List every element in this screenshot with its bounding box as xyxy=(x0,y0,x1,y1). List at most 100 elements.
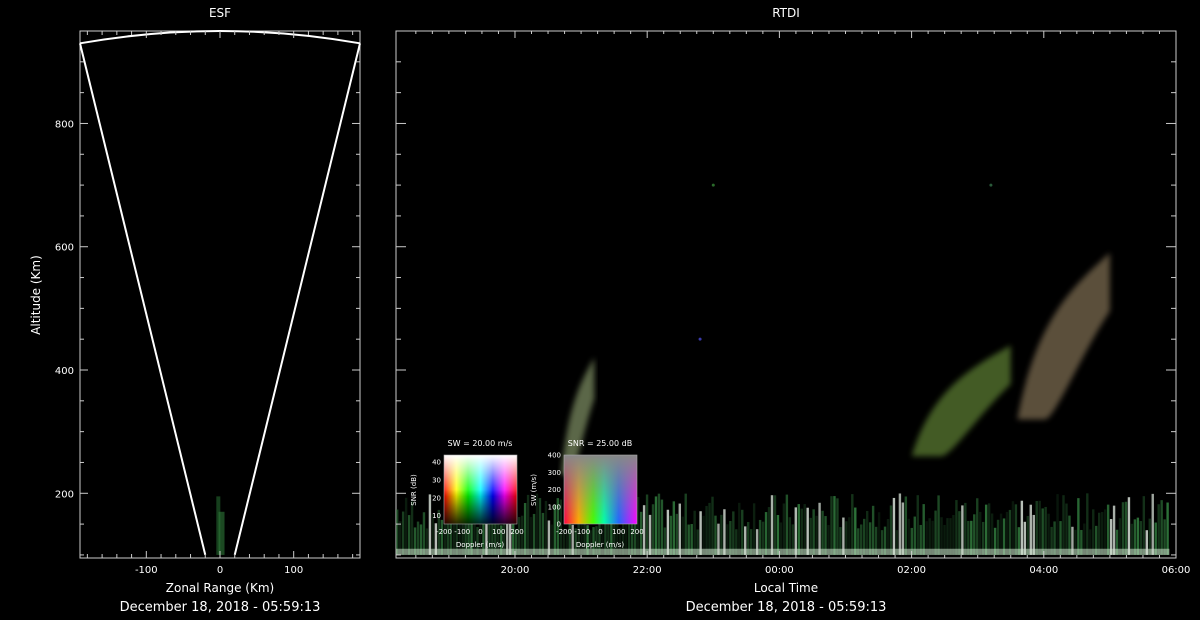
rtdi-echo-streak xyxy=(961,505,964,555)
rtdi-echo-streak xyxy=(404,497,408,555)
rtdi-echo-streak xyxy=(821,510,824,555)
colorbar-x-tick-label: -200 xyxy=(436,528,452,536)
colorbar-x-tick-label: 0 xyxy=(598,528,602,536)
rtdi-echo-streak xyxy=(1092,509,1095,555)
colorbar1-y-label: SNR (dB) xyxy=(410,474,418,506)
rtdi-echo-streak xyxy=(773,495,777,555)
rtdi-echo-streak xyxy=(660,499,664,555)
rtdi-echo-streak xyxy=(979,511,982,555)
colorbar-x-tick-label: 200 xyxy=(630,528,643,536)
colorbar-x-tick-label: -100 xyxy=(454,528,470,536)
rtdi-echo-streak xyxy=(410,501,414,555)
colorbar-x-tick-label: -200 xyxy=(556,528,572,536)
rtdi-echo-streak xyxy=(999,513,1003,555)
rtdi-echo-streak xyxy=(964,502,967,555)
rtdi-x-tick-label: 22:00 xyxy=(633,565,662,576)
rtdi-echo-streak xyxy=(1103,509,1107,555)
rtdi-echo-streak xyxy=(1151,493,1154,555)
rtdi-echo-streak xyxy=(711,496,714,555)
esf-panel: ESF -100 0 100 200 400 600 800 Zonal Range (Km… xyxy=(29,6,361,615)
rtdi-echo-streak xyxy=(1157,504,1160,555)
esf-x-tick-label: 0 xyxy=(217,565,223,576)
rtdi-x-tick-label: 04:00 xyxy=(1029,565,1058,576)
rtdi-echo-streak xyxy=(770,495,774,555)
rtdi-echo-streak xyxy=(785,494,789,555)
rtdi-date-label: December 18, 2018 - 05:59:13 xyxy=(686,600,887,615)
figure: ESF -100 0 100200400600800 Zonal Range (Km… xyxy=(29,6,1191,615)
esf-x-tick-label: 100 xyxy=(284,565,303,576)
rtdi-echo-streak xyxy=(526,494,530,555)
esf-y-tick-label: 400 xyxy=(55,366,74,377)
rtdi-echo-streak xyxy=(1077,498,1080,555)
colorbar-y-tick-label: 0 xyxy=(557,521,561,529)
colorbar-y-tick-label: 400 xyxy=(548,452,561,460)
esf-y-tick-label: 200 xyxy=(55,489,74,500)
rtdi-echo-streak xyxy=(1029,504,1032,555)
rtdi-echo-streak xyxy=(1100,511,1104,555)
rtdi-echo-streak xyxy=(892,497,896,555)
colorbar-y-tick-label: 40 xyxy=(432,458,441,466)
rtdi-x-tick-label: 02:00 xyxy=(897,565,926,576)
esf-echo xyxy=(218,511,225,555)
esf-title: ESF xyxy=(209,6,231,20)
colorbar-x-tick-label: 200 xyxy=(510,528,523,536)
rtdi-echo-streak xyxy=(898,493,902,555)
rtdi-echo-point xyxy=(989,183,993,187)
rtdi-echo-streak xyxy=(889,505,893,555)
rtdi-echo-streak xyxy=(865,510,869,555)
rtdi-echo-streak xyxy=(833,496,836,555)
rtdi-echo-streak xyxy=(657,493,661,555)
rtdi-echo-streak xyxy=(984,504,988,555)
colorbar2-title: SNR = 25.00 dB xyxy=(568,439,632,448)
rtdi-echo-streak xyxy=(901,502,905,555)
rtdi-echo-streak xyxy=(1056,494,1059,555)
rtdi-echo-streak xyxy=(396,509,399,555)
rtdi-echo-streak xyxy=(1038,500,1041,555)
rtdi-echo-streak xyxy=(645,494,649,555)
colorbar-y-tick-label: 10 xyxy=(432,512,441,520)
rtdi-echo-streak xyxy=(732,511,735,555)
rtdi-echo-streak xyxy=(699,511,702,555)
rtdi-echo-streak xyxy=(1011,501,1015,555)
rtdi-echo-streak xyxy=(1008,509,1012,555)
rtdi-echo-streak xyxy=(958,511,961,555)
rtdi-echo-streak xyxy=(636,497,640,555)
rtdi-echo-streak xyxy=(1166,502,1169,555)
colorbar2-y-label: SW (m/s) xyxy=(530,474,538,506)
esf-plot-frame xyxy=(79,30,361,559)
rtdi-echo-point xyxy=(711,183,715,187)
rtdi-echo-streak xyxy=(705,505,708,555)
rtdi-echo-streak xyxy=(1106,504,1110,555)
rtdi-echo-streak xyxy=(937,495,940,555)
rtdi-echo-streak xyxy=(764,512,768,555)
rtdi-echo-streak xyxy=(401,511,405,555)
esf-y-axis-label: Altitude (Km) xyxy=(29,255,43,335)
rtdi-echo-streak xyxy=(767,507,771,555)
rtdi-echo-streak xyxy=(1142,496,1146,555)
esf-x-tick-label: -100 xyxy=(135,565,158,576)
rtdi-echo-streak xyxy=(538,498,542,555)
colorbar-y-tick-label: 100 xyxy=(548,503,561,511)
rtdi-x-tick-label: 06:00 xyxy=(1162,565,1191,576)
colorbar2-x-label: Doppler (m/s) xyxy=(576,541,624,549)
rtdi-echo-streak xyxy=(812,509,815,555)
rtdi-echo-baseline xyxy=(396,548,1170,555)
rtdi-echo-streak xyxy=(672,501,676,555)
esf-y-tick-label: 600 xyxy=(55,243,74,254)
rtdi-echo-streak xyxy=(1062,495,1065,555)
rtdi-echo-streak xyxy=(916,495,919,555)
rtdi-echo-streak xyxy=(738,502,741,555)
rtdi-echo-streak xyxy=(1121,502,1125,555)
rtdi-echo-streak xyxy=(794,507,797,555)
colorbar-x-tick-label: -100 xyxy=(574,528,590,536)
rtdi-echo-streak xyxy=(1005,511,1009,555)
rtdi-echo-streak xyxy=(1035,501,1038,555)
rtdi-title: RTDI xyxy=(772,6,800,20)
rtdi-echo-streak xyxy=(693,510,696,555)
rtdi-echo-streak xyxy=(851,494,854,555)
colorbar1-title: SW = 20.00 m/s xyxy=(448,439,513,448)
rtdi-echo-streak xyxy=(1044,506,1047,555)
rtdi-echo-streak xyxy=(666,509,670,555)
rtdi-echo-streak xyxy=(1020,500,1024,555)
rtdi-echo-streak xyxy=(651,504,655,555)
